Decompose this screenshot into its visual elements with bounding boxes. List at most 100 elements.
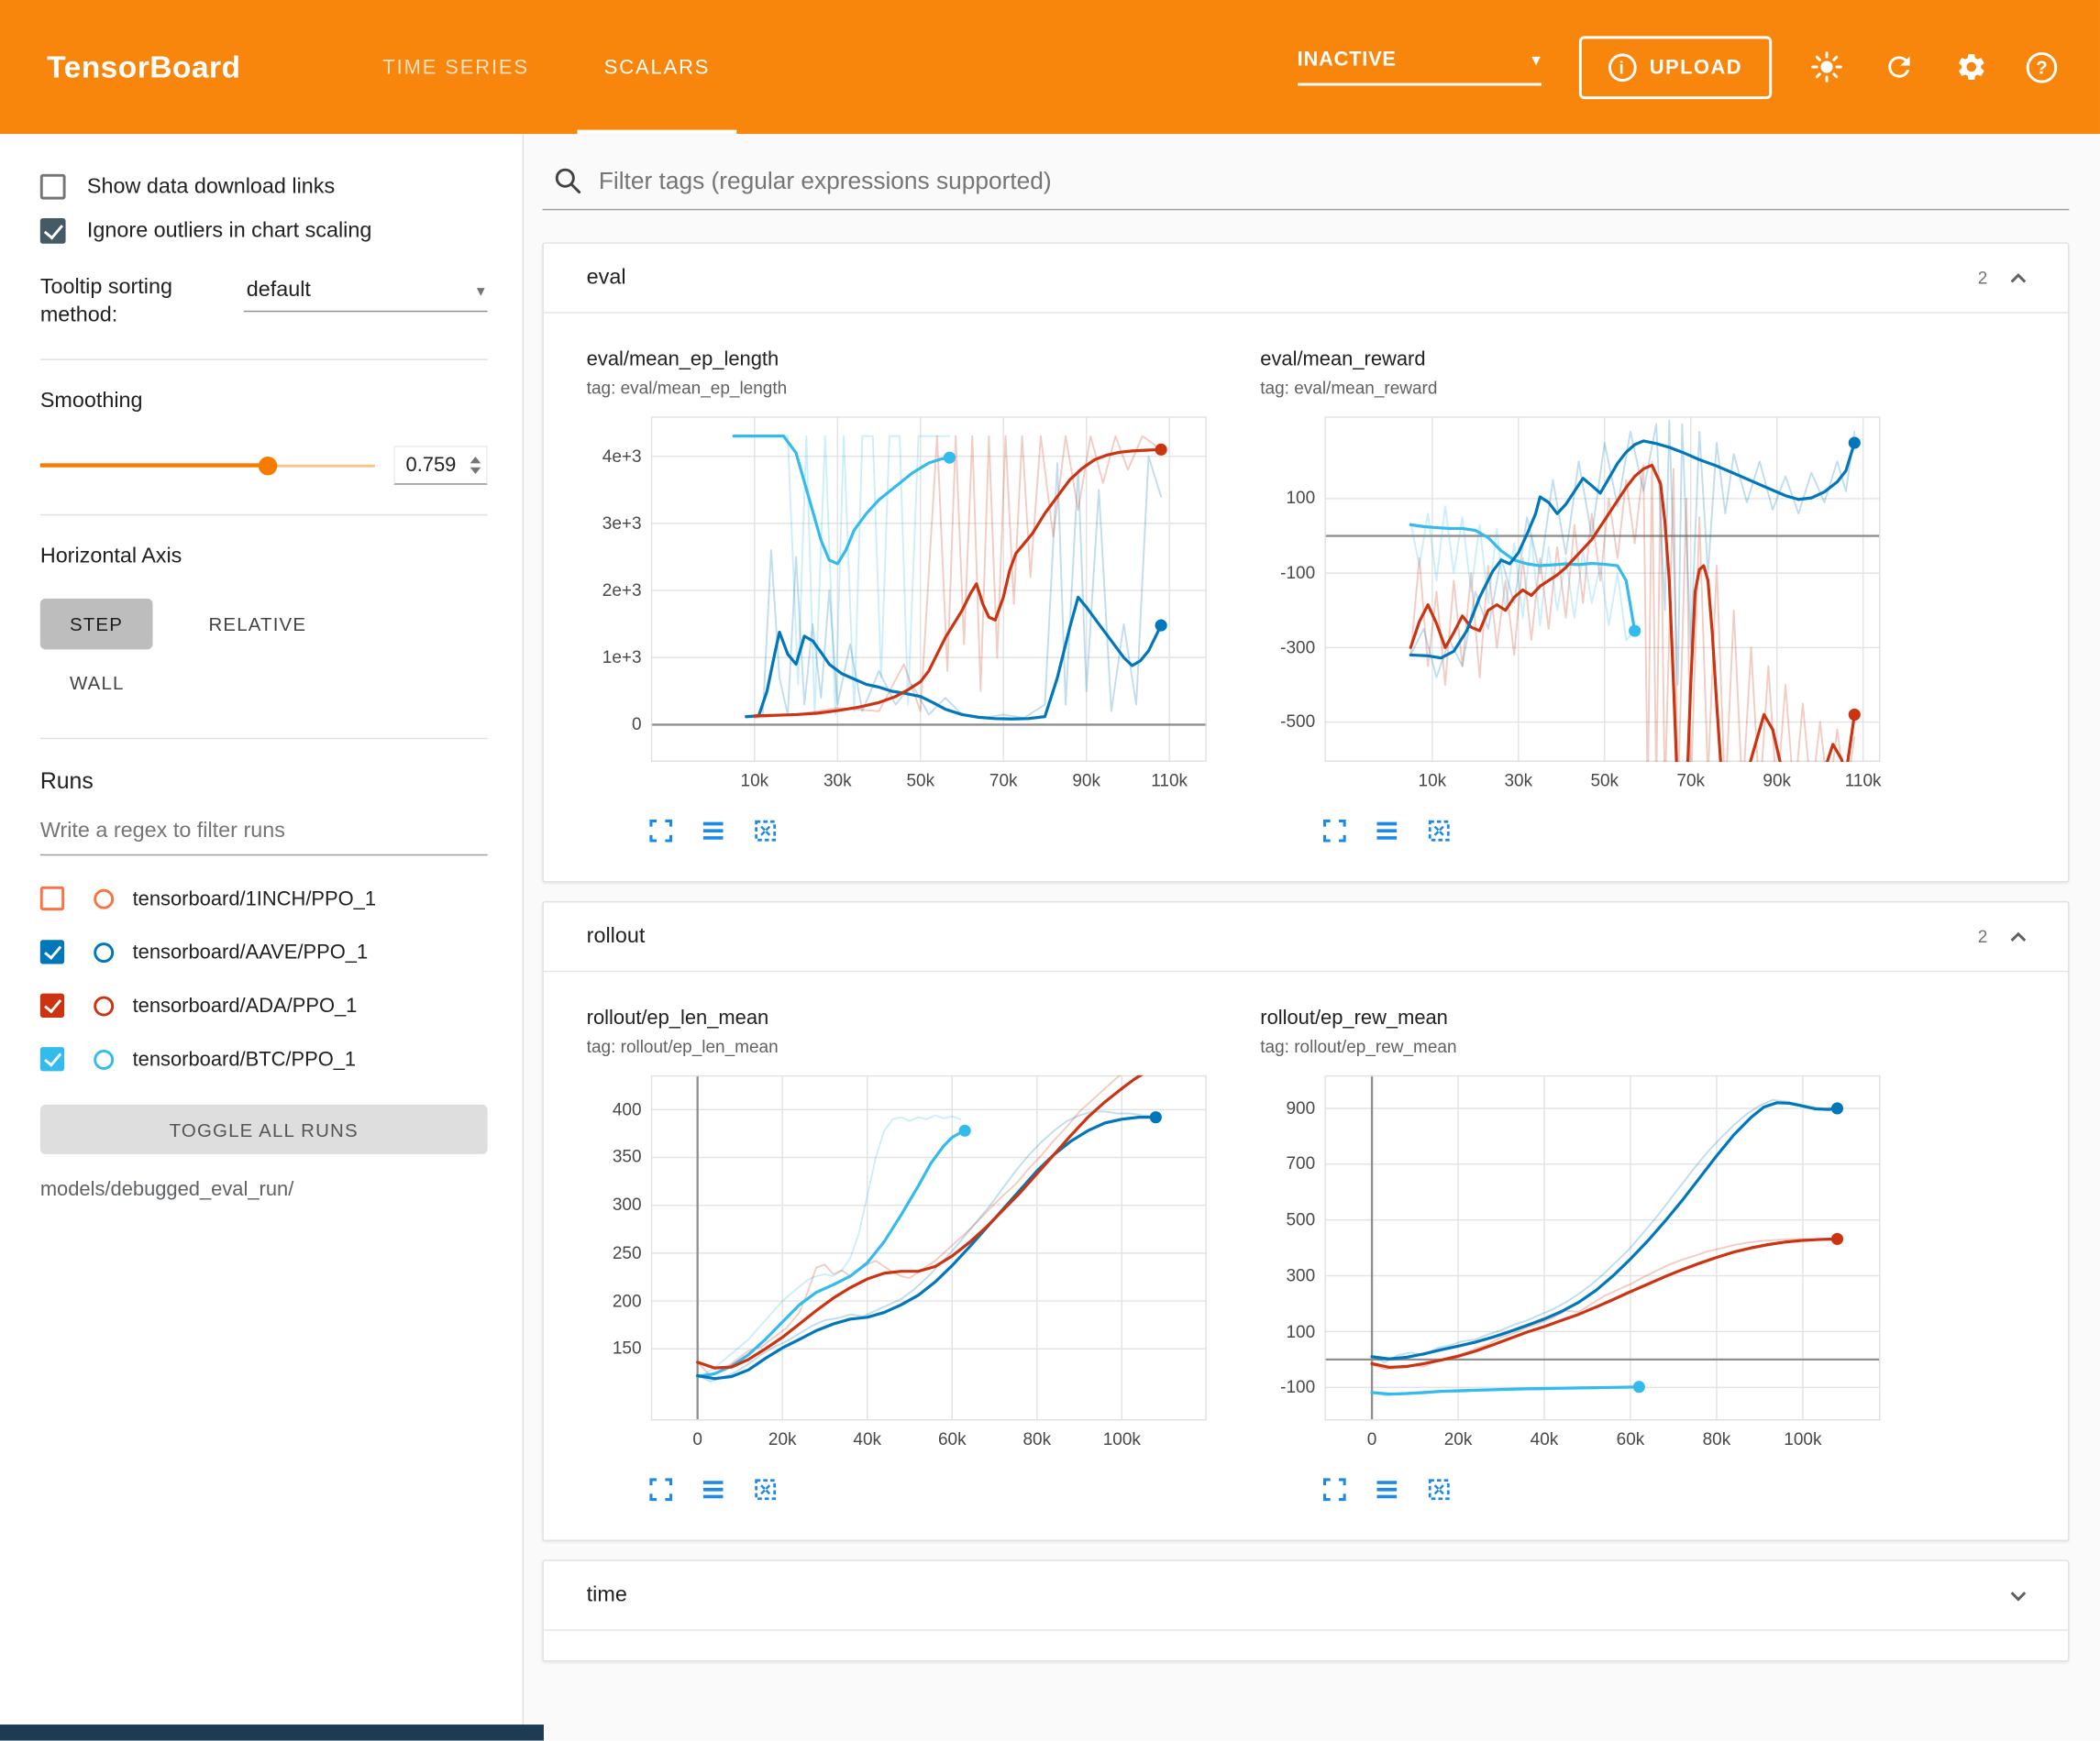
expand-chart-button[interactable] <box>646 815 677 846</box>
tooltip-sorting-dropdown[interactable]: default ▾ <box>244 276 488 312</box>
run-row-aave[interactable]: tensorboard/AAVE/PPO_1 <box>40 925 488 978</box>
run-row-ada[interactable]: tensorboard/ADA/PPO_1 <box>40 979 488 1032</box>
number-spinner[interactable] <box>470 457 481 474</box>
expand-section-button[interactable] <box>1995 1572 2041 1618</box>
axis-step-button[interactable]: STEP <box>40 599 152 649</box>
fit-domain-button[interactable] <box>1423 815 1454 846</box>
chart-toolbar <box>646 1474 1233 1505</box>
show-download-links-checkbox[interactable] <box>40 174 66 200</box>
collapse-section-button[interactable] <box>1995 914 2041 960</box>
axis-wall-button[interactable]: WALL <box>40 657 154 708</box>
section-eval-header[interactable]: eval 2 <box>544 244 2068 314</box>
slider-knob[interactable] <box>259 456 277 474</box>
divider <box>40 514 488 515</box>
section-chart-count: 2 <box>1978 927 1988 947</box>
section-title: eval <box>587 266 626 290</box>
ignore-outliers-label: Ignore outliers in chart scaling <box>87 219 371 243</box>
run-color-swatch <box>94 888 114 909</box>
chart-runs-menu-button[interactable] <box>1372 815 1403 846</box>
section-time-header[interactable]: time <box>544 1561 2068 1631</box>
upload-button[interactable]: i UPLOAD <box>1578 36 1772 99</box>
chart-tag: tag: rollout/ep_len_mean <box>587 1036 1233 1056</box>
chart-card-eval-mean-reward: eval/mean_reward tag: eval/mean_reward 1… <box>1260 348 1907 846</box>
fit-domain-button[interactable] <box>1423 1474 1454 1505</box>
chart-runs-menu-button[interactable] <box>698 815 729 846</box>
spinner-up-icon[interactable] <box>470 457 481 463</box>
line-chart[interactable]: 10k30k50k70k90k110k01e+32e+33e+34e+3 <box>587 416 1207 797</box>
chart-toolbar <box>1320 815 1907 846</box>
expand-chart-button[interactable] <box>646 1474 677 1505</box>
run-checkbox[interactable] <box>40 1047 64 1071</box>
main-tabs: TIME SERIES SCALARS <box>345 0 747 134</box>
spinner-down-icon[interactable] <box>470 468 481 474</box>
smoothing-slider[interactable] <box>40 455 375 476</box>
chart-title: eval/mean_reward <box>1260 348 1907 371</box>
section-eval: eval 2 eval/mean_ep_length tag: eval/mea <box>542 242 2069 882</box>
run-color-swatch <box>94 942 114 962</box>
tab-scalars[interactable]: SCALARS <box>567 0 747 134</box>
upload-button-label: UPLOAD <box>1650 56 1742 79</box>
chart-card-rollout-ep-rew-mean: rollout/ep_rew_mean tag: rollout/ep_rew_… <box>1260 1007 1907 1504</box>
run-label: tensorboard/1INCH/PPO_1 <box>133 887 376 910</box>
settings-gear-icon[interactable] <box>1954 50 1989 84</box>
section-time: time <box>542 1559 2069 1661</box>
smoothing-value-input[interactable]: 0.759 <box>393 446 487 484</box>
help-icon[interactable]: ? <box>2027 51 2058 83</box>
scalars-dashboard: eval 2 eval/mean_ep_length tag: eval/mea <box>524 134 2100 1741</box>
section-title: rollout <box>587 924 646 948</box>
collapse-section-button[interactable] <box>1995 255 2041 301</box>
expand-chart-button[interactable] <box>1320 1474 1351 1505</box>
run-label: tensorboard/ADA/PPO_1 <box>133 994 358 1017</box>
chart-title: rollout/ep_rew_mean <box>1260 1007 1907 1030</box>
tab-time-series[interactable]: TIME SERIES <box>345 0 566 134</box>
status-dropdown-value: INACTIVE <box>1298 49 1397 72</box>
app-header: TensorBoard TIME SERIES SCALARS INACTIVE… <box>0 0 2100 134</box>
section-rollout-header[interactable]: rollout 2 <box>544 902 2068 972</box>
tag-filter-input[interactable] <box>599 167 2070 195</box>
settings-sidebar: Show data download links Ignore outliers… <box>0 134 524 1741</box>
line-chart[interactable]: 020k40k60k80k100k150200250300350400 <box>587 1075 1207 1456</box>
chart-tag: tag: eval/mean_ep_length <box>587 378 1233 398</box>
expand-chart-button[interactable] <box>1320 815 1351 846</box>
divider <box>40 358 488 359</box>
refresh-icon[interactable] <box>1882 50 1917 84</box>
tag-filter-row <box>542 166 2069 210</box>
line-chart[interactable]: 10k30k50k70k90k110k100-100-300-500 <box>1260 416 1880 797</box>
search-icon <box>553 166 582 195</box>
runs-filter-input[interactable] <box>40 809 488 855</box>
run-checkbox[interactable] <box>40 940 64 964</box>
smoothing-value: 0.759 <box>406 454 457 477</box>
tooltip-sorting-label: Tooltip sorting method: <box>40 273 244 329</box>
section-rollout: rollout 2 rollout/ep_len_mean tag: rollo <box>542 901 2069 1541</box>
show-download-links-row[interactable]: Show data download links <box>40 174 488 200</box>
fit-domain-button[interactable] <box>750 1474 781 1505</box>
run-label: tensorboard/AAVE/PPO_1 <box>133 941 369 964</box>
app-title: TensorBoard <box>47 49 240 84</box>
tensorboard-app: TensorBoard TIME SERIES SCALARS INACTIVE… <box>0 0 2100 1741</box>
run-row-1inch[interactable]: tensorboard/1INCH/PPO_1 <box>40 872 488 925</box>
axis-relative-button[interactable]: RELATIVE <box>179 599 336 649</box>
ignore-outliers-row[interactable]: Ignore outliers in chart scaling <box>40 218 488 244</box>
run-checkbox[interactable] <box>40 887 64 910</box>
slider-fill <box>40 463 268 467</box>
run-checkbox[interactable] <box>40 994 64 1018</box>
status-dropdown[interactable]: INACTIVE ▾ <box>1298 49 1542 86</box>
show-download-links-label: Show data download links <box>87 175 335 199</box>
fit-domain-button[interactable] <box>750 815 781 846</box>
run-color-swatch <box>94 996 114 1016</box>
chart-runs-menu-button[interactable] <box>698 1474 729 1505</box>
ignore-outliers-checkbox[interactable] <box>40 218 66 244</box>
runs-base-path: models/debugged_eval_run/ <box>40 1178 488 1201</box>
brightness-icon[interactable] <box>1809 50 1844 84</box>
chart-card-rollout-ep-len-mean: rollout/ep_len_mean tag: rollout/ep_len_… <box>587 1007 1233 1504</box>
runs-label: Runs <box>40 768 488 795</box>
chevron-down-icon: ▾ <box>477 281 485 300</box>
chart-card-eval-mean-ep-length: eval/mean_ep_length tag: eval/mean_ep_le… <box>587 348 1233 846</box>
chevron-down-icon: ▾ <box>1531 49 1541 70</box>
line-chart[interactable]: 020k40k60k80k100k-100100300500700900 <box>1260 1075 1880 1456</box>
chart-runs-menu-button[interactable] <box>1372 1474 1403 1505</box>
tooltip-sorting-value: default <box>247 279 311 303</box>
toggle-all-runs-button[interactable]: TOGGLE ALL RUNS <box>40 1105 488 1154</box>
run-color-swatch <box>94 1049 114 1069</box>
run-row-btc[interactable]: tensorboard/BTC/PPO_1 <box>40 1032 488 1085</box>
